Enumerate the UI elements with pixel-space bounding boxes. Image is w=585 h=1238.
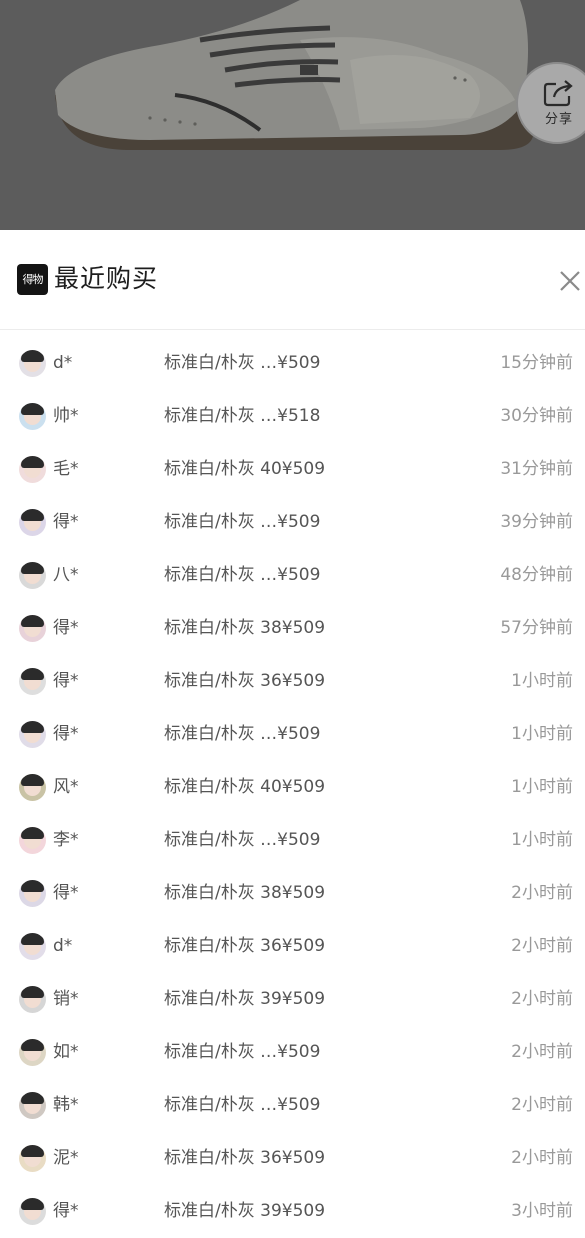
share-label: 分享 — [544, 112, 573, 127]
avatar — [19, 1145, 46, 1172]
buyer-name: 李* — [53, 830, 79, 850]
sheet-header: 得物 最近购买 — [0, 230, 585, 330]
purchase-time: 2小时前 — [511, 1095, 573, 1115]
purchase-time: 3小时前 — [511, 1201, 573, 1221]
purchase-row: 得* 标准白/朴灰 36¥509 1小时前 — [0, 655, 585, 708]
purchase-row: 如* 标准白/朴灰 …¥509 2小时前 — [0, 1026, 585, 1079]
buyer-name: 帅* — [53, 406, 79, 426]
purchase-time: 2小时前 — [511, 936, 573, 956]
buyer-name: 八* — [53, 565, 79, 585]
purchase-row: 韩* 标准白/朴灰 …¥509 2小时前 — [0, 1079, 585, 1132]
share-icon — [543, 80, 573, 107]
purchase-spec-price: 标准白/朴灰 …¥509 — [164, 724, 321, 744]
recent-purchases-sheet: 得物 最近购买 d* 标准白/朴灰 …¥509 15分钟前帅* 标准白/朴灰 …¥51… — [0, 230, 585, 1230]
avatar — [19, 1092, 46, 1119]
purchase-time: 48分钟前 — [500, 565, 573, 585]
purchase-spec-price: 标准白/朴灰 …¥509 — [164, 830, 321, 850]
purchase-spec-price: 标准白/朴灰 36¥509 — [164, 671, 326, 691]
purchase-row: 毛* 标准白/朴灰 40¥509 31分钟前 — [0, 443, 585, 496]
buyer-name: 韩* — [53, 1095, 79, 1115]
purchase-row: 帅* 标准白/朴灰 …¥518 30分钟前 — [0, 390, 585, 443]
purchase-time: 15分钟前 — [500, 353, 573, 373]
purchase-row: 风* 标准白/朴灰 40¥509 1小时前 — [0, 761, 585, 814]
purchase-time: 2小时前 — [511, 1148, 573, 1168]
avatar — [19, 1198, 46, 1225]
buyer-name: 销* — [53, 989, 79, 1009]
purchase-row: d* 标准白/朴灰 36¥509 2小时前 — [0, 920, 585, 973]
avatar — [19, 721, 46, 748]
purchase-time: 1小时前 — [511, 671, 573, 691]
purchase-row: d* 标准白/朴灰 …¥509 15分钟前 — [0, 337, 585, 390]
purchase-spec-price: 标准白/朴灰 39¥509 — [164, 989, 326, 1009]
purchase-spec-price: 标准白/朴灰 39¥509 — [164, 1201, 326, 1221]
avatar — [19, 1039, 46, 1066]
sheet-title: 最近购买 — [54, 264, 159, 293]
buyer-name: 泥* — [53, 1148, 79, 1168]
purchase-spec-price: 标准白/朴灰 40¥509 — [164, 459, 326, 479]
avatar — [19, 456, 46, 483]
buyer-name: 风* — [53, 777, 79, 797]
purchase-row: 泥* 标准白/朴灰 36¥509 2小时前 — [0, 1132, 585, 1185]
buyer-name: 毛* — [53, 459, 79, 479]
purchase-time: 57分钟前 — [500, 618, 573, 638]
avatar — [19, 827, 46, 854]
close-icon[interactable] — [557, 268, 583, 294]
brand-logo: 得物 — [17, 264, 48, 295]
purchase-spec-price: 标准白/朴灰 38¥509 — [164, 618, 326, 638]
purchase-row: 得* 标准白/朴灰 …¥509 1小时前 — [0, 708, 585, 761]
purchase-row: 得* 标准白/朴灰 39¥509 3小时前 — [0, 1185, 585, 1238]
buyer-name: 得* — [53, 618, 79, 638]
avatar — [19, 668, 46, 695]
purchase-row: 销* 标准白/朴灰 39¥509 2小时前 — [0, 973, 585, 1026]
purchase-time: 31分钟前 — [500, 459, 573, 479]
avatar — [19, 986, 46, 1013]
buyer-name: 得* — [53, 671, 79, 691]
purchase-time: 1小时前 — [511, 777, 573, 797]
avatar — [19, 562, 46, 589]
buyer-name: 得* — [53, 512, 79, 532]
purchase-row: 得* 标准白/朴灰 38¥509 57分钟前 — [0, 602, 585, 655]
purchase-spec-price: 标准白/朴灰 …¥509 — [164, 1095, 321, 1115]
avatar — [19, 403, 46, 430]
purchase-spec-price: 标准白/朴灰 38¥509 — [164, 883, 326, 903]
buyer-name: 如* — [53, 1042, 79, 1062]
purchase-time: 2小时前 — [511, 989, 573, 1009]
avatar — [19, 774, 46, 801]
purchase-spec-price: 标准白/朴灰 36¥509 — [164, 936, 326, 956]
shoe-image — [0, 0, 585, 230]
purchase-time: 2小时前 — [511, 883, 573, 903]
purchase-time: 39分钟前 — [500, 512, 573, 532]
buyer-name: 得* — [53, 724, 79, 744]
product-image: 分享 — [0, 0, 585, 230]
purchase-time: 2小时前 — [511, 1042, 573, 1062]
purchase-spec-price: 标准白/朴灰 …¥509 — [164, 1042, 321, 1062]
purchase-spec-price: 标准白/朴灰 40¥509 — [164, 777, 326, 797]
purchase-spec-price: 标准白/朴灰 …¥509 — [164, 512, 321, 532]
buyer-name: 得* — [53, 883, 79, 903]
avatar — [19, 933, 46, 960]
avatar — [19, 509, 46, 536]
purchase-list: d* 标准白/朴灰 …¥509 15分钟前帅* 标准白/朴灰 …¥518 30分钟前毛*… — [0, 337, 585, 1238]
buyer-name: d* — [53, 353, 73, 373]
purchase-spec-price: 标准白/朴灰 …¥518 — [164, 406, 321, 426]
purchase-time: 1小时前 — [511, 724, 573, 744]
purchase-spec-price: 标准白/朴灰 …¥509 — [164, 353, 321, 373]
purchase-spec-price: 标准白/朴灰 …¥509 — [164, 565, 321, 585]
avatar — [19, 880, 46, 907]
purchase-row: 李* 标准白/朴灰 …¥509 1小时前 — [0, 814, 585, 867]
buyer-name: d* — [53, 936, 73, 956]
avatar — [19, 615, 46, 642]
purchase-time: 1小时前 — [511, 830, 573, 850]
purchase-row: 得* 标准白/朴灰 …¥509 39分钟前 — [0, 496, 585, 549]
purchase-time: 30分钟前 — [500, 406, 573, 426]
purchase-row: 得* 标准白/朴灰 38¥509 2小时前 — [0, 867, 585, 920]
buyer-name: 得* — [53, 1201, 79, 1221]
purchase-spec-price: 标准白/朴灰 36¥509 — [164, 1148, 326, 1168]
avatar — [19, 350, 46, 377]
purchase-row: 八* 标准白/朴灰 …¥509 48分钟前 — [0, 549, 585, 602]
